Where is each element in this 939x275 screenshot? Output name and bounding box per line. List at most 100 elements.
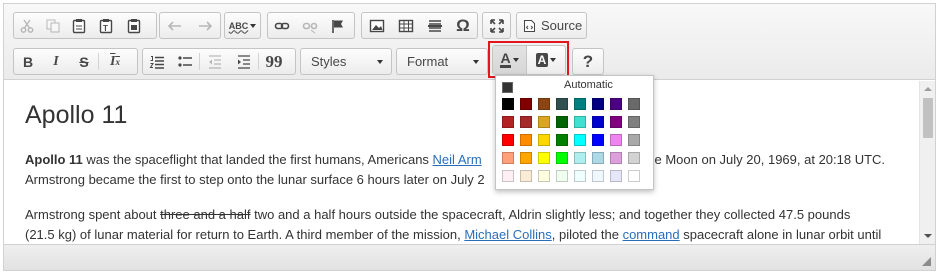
color-swatch[interactable]: [574, 98, 586, 110]
color-swatch[interactable]: [538, 116, 550, 128]
paragraph-group: 99: [142, 48, 296, 75]
color-swatch[interactable]: [592, 134, 604, 146]
anchor-button[interactable]: [324, 13, 352, 38]
unlink-icon: [302, 22, 318, 33]
color-swatch[interactable]: [502, 152, 514, 164]
color-swatch[interactable]: [502, 134, 514, 146]
color-swatch[interactable]: [538, 98, 550, 110]
image-button[interactable]: [362, 13, 391, 38]
maximize-button[interactable]: [483, 13, 510, 38]
outdent-button[interactable]: [200, 49, 229, 74]
color-swatch[interactable]: [556, 152, 568, 164]
help-icon: ?: [582, 51, 594, 71]
color-swatch[interactable]: [574, 152, 586, 164]
color-swatch[interactable]: [574, 116, 586, 128]
paragraph-2: Armstrong spent about three and a half t…: [25, 205, 905, 244]
color-swatch[interactable]: [520, 152, 532, 164]
scrollbar-thumb[interactable]: [923, 98, 933, 138]
link-neil-armstrong[interactable]: Neil Arm: [433, 152, 482, 167]
table-icon: [398, 19, 413, 32]
color-swatch[interactable]: [610, 170, 622, 182]
color-swatch[interactable]: [538, 134, 550, 146]
bold-button[interactable]: B: [14, 49, 42, 74]
format-dropdown[interactable]: Format: [396, 48, 488, 75]
links-group: [267, 12, 355, 39]
automatic-color-label[interactable]: Automatic: [564, 79, 613, 91]
cut-button[interactable]: [14, 13, 40, 38]
horizontal-line-icon: [427, 19, 442, 32]
color-swatch[interactable]: [556, 170, 568, 182]
copy-button[interactable]: [40, 13, 66, 38]
link-button[interactable]: [268, 13, 296, 38]
remove-format-button[interactable]: Ix: [99, 49, 131, 74]
undo-button[interactable]: [160, 13, 190, 38]
paste-text-button[interactable]: T: [92, 13, 120, 38]
editor-content[interactable]: Apollo 11 Apollo 11 was the spaceflight …: [4, 81, 919, 244]
color-swatch[interactable]: [628, 98, 640, 110]
bulleted-list-icon: [178, 55, 192, 67]
color-swatch[interactable]: [628, 152, 640, 164]
color-swatch[interactable]: [592, 170, 604, 182]
paragraph-1: Apollo 11 was the spaceflight that lande…: [25, 150, 905, 190]
paste-from-word-button[interactable]: [120, 13, 148, 38]
help-button[interactable]: ?: [573, 49, 603, 74]
italic-icon: I: [53, 53, 59, 69]
indent-button[interactable]: [229, 49, 258, 74]
vertical-scrollbar[interactable]: [919, 81, 935, 244]
color-swatch[interactable]: [610, 116, 622, 128]
paragraph-text: Armstrong spent about: [25, 207, 161, 222]
horizontal-line-button[interactable]: [420, 13, 449, 38]
color-swatch[interactable]: [538, 170, 550, 182]
numbered-list-button[interactable]: [143, 49, 171, 74]
bold-icon: B: [22, 53, 34, 70]
color-swatch[interactable]: [592, 116, 604, 128]
color-swatch[interactable]: [610, 98, 622, 110]
source-group: Source: [516, 12, 587, 39]
paragraph-text: spacecraft alone in lunar orbit until: [679, 227, 882, 242]
styles-dropdown[interactable]: Styles: [300, 48, 392, 75]
spellcheck-label: ABC: [228, 20, 249, 31]
color-swatch[interactable]: [628, 170, 640, 182]
color-swatch[interactable]: [502, 170, 514, 182]
paragraph-text: the Moon on July 20, 1969, at 20:18 UTC.: [643, 152, 886, 167]
blockquote-button[interactable]: 99: [259, 49, 289, 74]
color-swatch[interactable]: [628, 116, 640, 128]
indent-icon: [237, 54, 250, 69]
redo-button[interactable]: [190, 13, 220, 38]
link-michael-collins[interactable]: Michael Collins: [464, 227, 551, 242]
color-swatch[interactable]: [556, 98, 568, 110]
color-swatch[interactable]: [574, 170, 586, 182]
table-button[interactable]: [391, 13, 420, 38]
chevron-down-icon: [473, 60, 479, 64]
color-swatch[interactable]: [520, 134, 532, 146]
spellcheck-button[interactable]: ABC: [225, 13, 260, 38]
scroll-down-arrow-icon[interactable]: [924, 234, 932, 238]
resize-handle-icon[interactable]: [922, 257, 931, 266]
color-swatch[interactable]: [628, 134, 640, 146]
source-button[interactable]: Source: [517, 13, 586, 38]
strikethrough-button[interactable]: S: [70, 49, 98, 74]
color-swatch[interactable]: [592, 152, 604, 164]
color-swatch[interactable]: [610, 152, 622, 164]
unlink-button[interactable]: [296, 13, 324, 38]
link-command[interactable]: command: [623, 227, 680, 242]
color-swatch[interactable]: [520, 98, 532, 110]
paste-button[interactable]: [66, 13, 92, 38]
clipboard-group: T: [13, 12, 157, 39]
automatic-color-option[interactable]: [502, 80, 513, 94]
bold-text: Apollo 11: [25, 152, 83, 167]
color-swatch[interactable]: [502, 98, 514, 110]
color-swatch[interactable]: [610, 134, 622, 146]
special-character-button[interactable]: Ω: [449, 13, 477, 38]
color-swatch[interactable]: [556, 116, 568, 128]
color-swatch[interactable]: [592, 98, 604, 110]
color-swatch[interactable]: [520, 116, 532, 128]
color-swatch[interactable]: [556, 134, 568, 146]
color-swatch[interactable]: [574, 134, 586, 146]
bulleted-list-button[interactable]: [171, 49, 199, 74]
italic-button[interactable]: I: [42, 49, 70, 74]
color-swatch[interactable]: [502, 116, 514, 128]
color-swatch[interactable]: [520, 170, 532, 182]
color-swatch[interactable]: [538, 152, 550, 164]
scroll-up-arrow-icon[interactable]: [924, 87, 932, 91]
